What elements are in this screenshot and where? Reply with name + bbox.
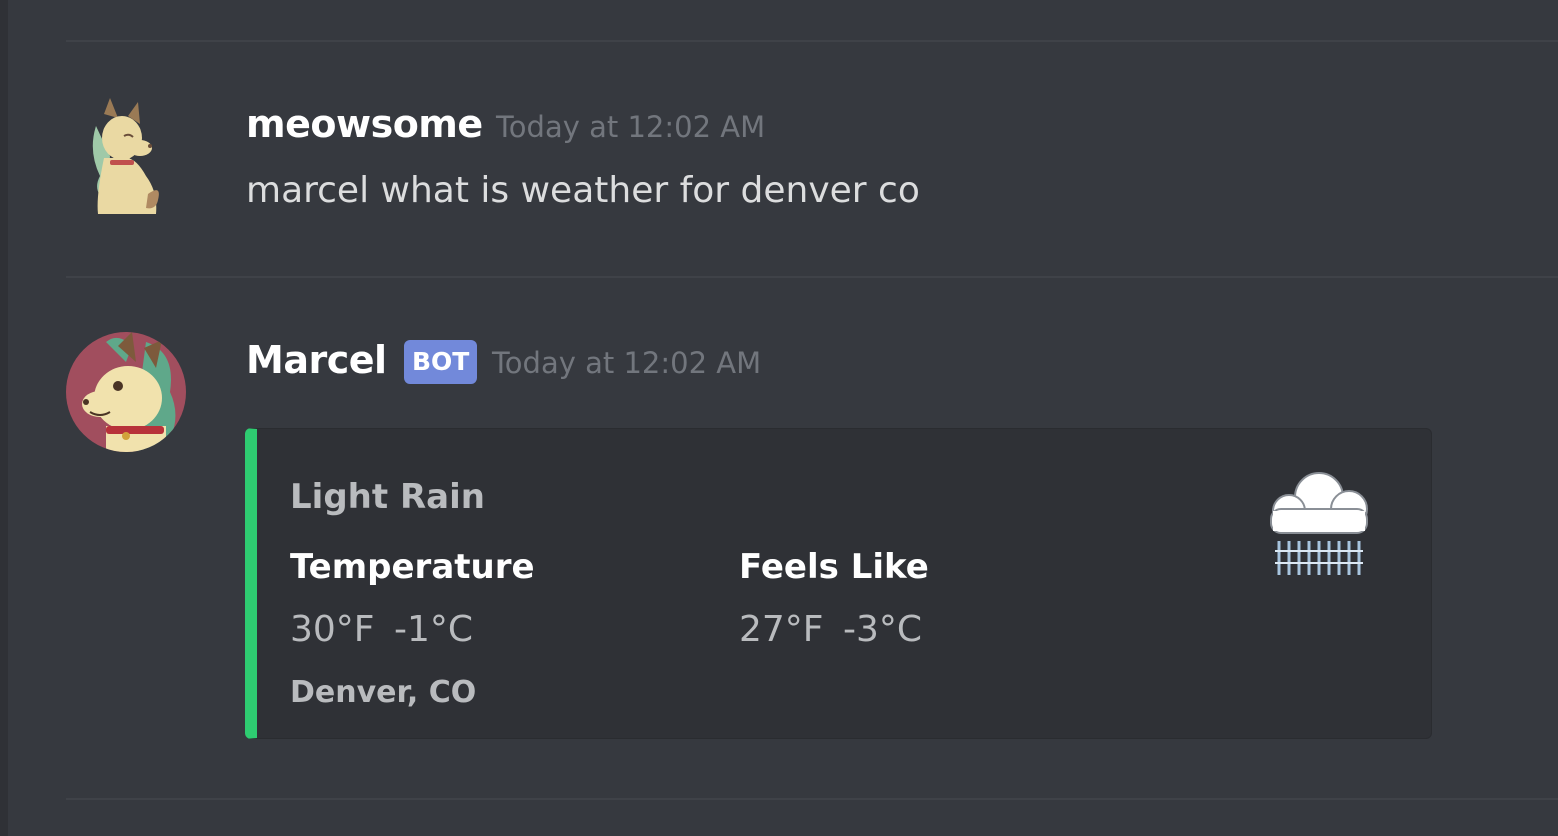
weather-embed: Light Rain Temperature 30°F -1°C Feels L… bbox=[245, 428, 1432, 739]
sidebar-edge bbox=[0, 0, 8, 836]
message-timestamp: Today at 12:02 AM bbox=[492, 346, 762, 380]
embed-field-value: 27°F -3°C bbox=[739, 609, 922, 650]
bot-tag-badge: BOT bbox=[404, 340, 478, 384]
embed-field-value: 30°F -1°C bbox=[290, 609, 473, 650]
embed-title: Light Rain bbox=[290, 477, 485, 517]
message-divider bbox=[66, 276, 1558, 278]
message-username[interactable]: Marcel bbox=[246, 338, 387, 382]
embed-footer: Denver, CO bbox=[290, 675, 477, 710]
message-username[interactable]: meowsome bbox=[246, 102, 483, 146]
message-divider bbox=[66, 798, 1558, 800]
cat-character-avatar-icon[interactable] bbox=[66, 96, 186, 216]
message-timestamp: Today at 12:02 AM bbox=[496, 110, 766, 144]
embed-field-name: Temperature bbox=[290, 547, 535, 587]
dog-character-avatar-icon[interactable] bbox=[66, 332, 186, 452]
chat-view: meowsome Today at 12:02 AM marcel what i… bbox=[0, 0, 1558, 836]
embed-field-name: Feels Like bbox=[739, 547, 929, 587]
message-content: marcel what is weather for denver co bbox=[246, 170, 920, 211]
message-divider bbox=[66, 40, 1558, 42]
rain-cloud-icon[interactable] bbox=[1257, 465, 1377, 585]
